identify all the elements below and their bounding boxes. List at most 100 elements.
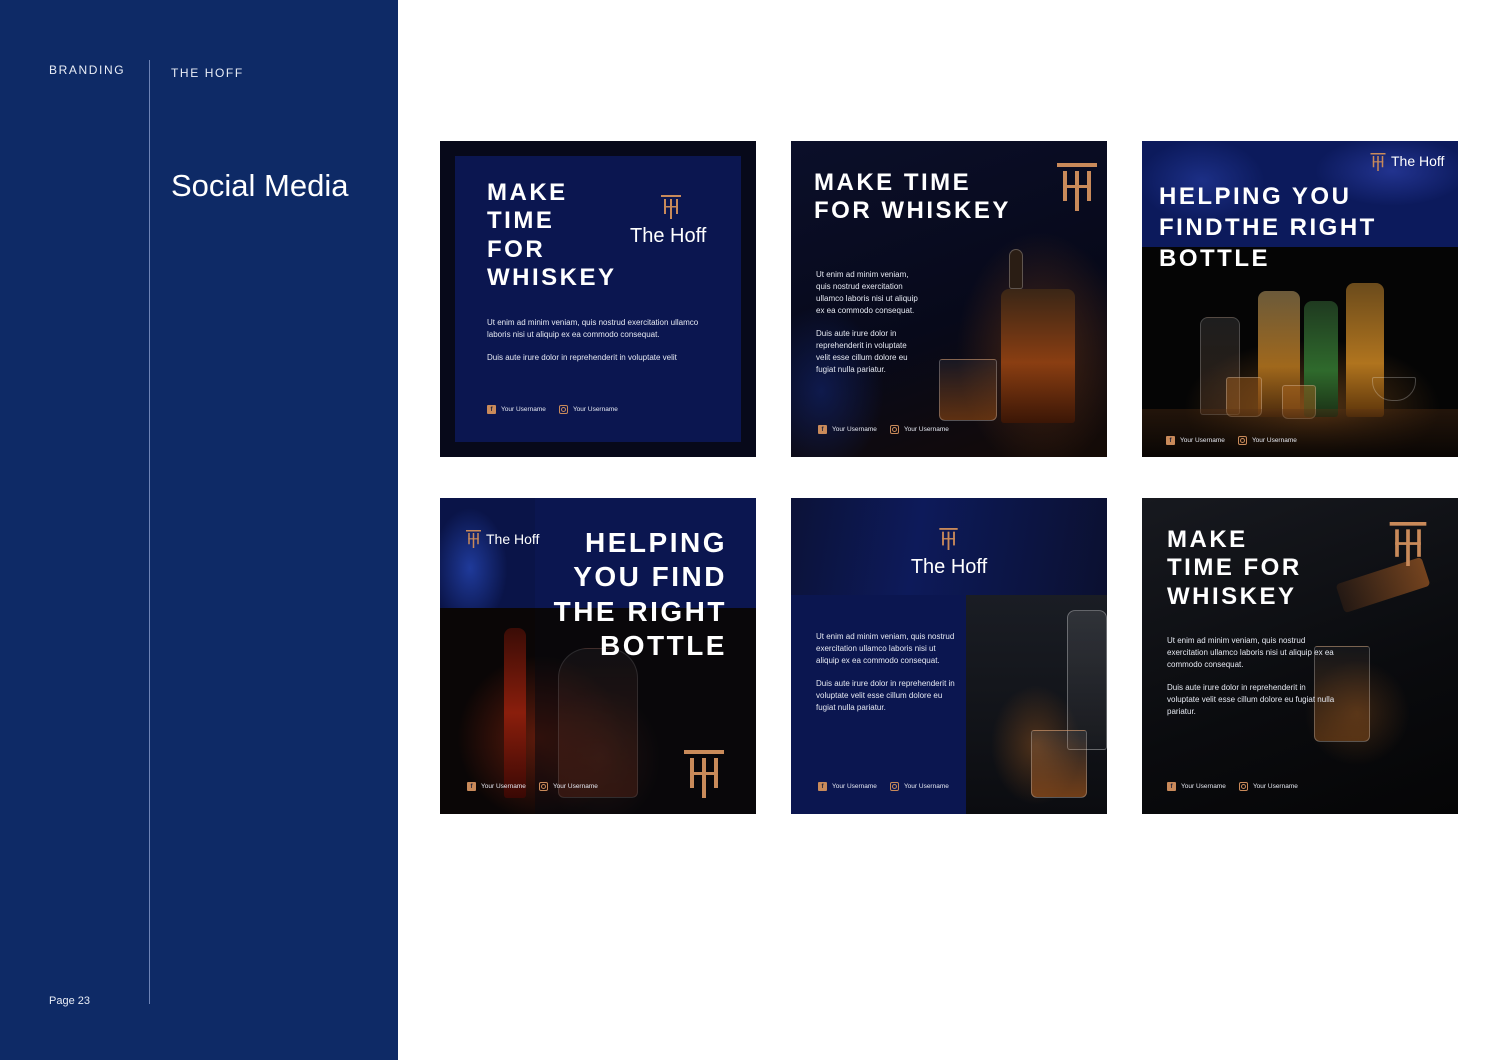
body-paragraph: Duis aute irure dolor in reprehenderit i…: [816, 329, 908, 374]
handle-text: Your Username: [552, 783, 598, 790]
th-monogram-icon: [466, 530, 481, 548]
bottle: [504, 628, 526, 798]
facebook-handle: f Your Username: [818, 425, 877, 434]
sidebar-divider: [149, 60, 150, 1004]
crystal-decanter: [1067, 610, 1107, 750]
post-headline: MAKE TIME FOR WHISKEY: [1167, 526, 1302, 611]
social-post-2: MAKE TIME FOR WHISKEY Ut enim ad minim v…: [791, 141, 1107, 457]
handle-text: Your Username: [1252, 783, 1298, 790]
facebook-handle: f Your Username: [818, 782, 877, 791]
instagram-handle: Your Username: [889, 425, 949, 434]
instagram-icon: [889, 782, 899, 791]
social-post-5: The Hoff Ut enim ad minim veniam, quis n…: [791, 498, 1107, 814]
social-handles: f Your Username Your Username: [818, 782, 949, 791]
facebook-icon: f: [467, 782, 476, 791]
marble-header: [440, 498, 535, 608]
instagram-icon: [538, 782, 548, 791]
th-monogram-icon: [1370, 153, 1386, 171]
social-handles: f Your Username Your Username: [1166, 436, 1297, 445]
headline-line: WHISKEY: [487, 263, 617, 291]
headline-line: BOTTLE: [1159, 245, 1270, 273]
headline-line: TIME: [487, 207, 555, 235]
brand-name: The Hoff: [630, 225, 707, 247]
wooden-table: [1142, 409, 1458, 457]
social-post-4: The Hoff HELPING YOU FIND THE RIGHT BOTT…: [440, 498, 756, 814]
bottle-neck: [1009, 249, 1023, 289]
handle-text: Your Username: [832, 783, 877, 790]
instagram-icon: [889, 425, 899, 434]
headline-line: MAKE TIME: [814, 169, 972, 196]
post-body: Ut enim ad minim veniam, quis nostrud ex…: [487, 317, 707, 364]
facebook-handle: f Your Username: [1166, 436, 1225, 445]
post-headline: HELPING YOU FINDTHE RIGHT BOTTLE: [1159, 181, 1377, 275]
instagram-icon: [1238, 782, 1248, 791]
body-paragraph: Duis aute irure dolor in reprehenderit i…: [1167, 683, 1335, 716]
page-number: Page 23: [49, 995, 90, 1007]
body-paragraph: Duis aute irure dolor in reprehenderit i…: [487, 353, 677, 362]
handle-text: Your Username: [1181, 783, 1226, 790]
instagram-handle: Your Username: [558, 405, 618, 414]
sidebar: BRANDING THE HOFF Social Media Page 23: [0, 0, 398, 1060]
headline-line: HELPING: [585, 527, 727, 558]
brand-name: The Hoff: [486, 531, 540, 547]
headline-line: FINDTHE RIGHT: [1159, 214, 1377, 242]
handle-text: Your Username: [1180, 437, 1225, 444]
social-post-3: The Hoff HELPING YOU FINDTHE RIGHT BOTTL…: [1142, 141, 1458, 457]
instagram-icon: [1237, 436, 1247, 445]
facebook-icon: f: [1167, 782, 1176, 791]
headline-line: HELPING YOU: [1159, 183, 1352, 210]
facebook-handle: f Your Username: [487, 405, 546, 414]
page-title: Social Media: [171, 168, 349, 203]
headline-line: YOU FIND: [573, 561, 727, 593]
bottle: [1346, 283, 1384, 417]
instagram-handle: Your Username: [538, 782, 598, 791]
handle-text: Your Username: [903, 783, 949, 790]
post-headline: MAKE TIME FOR WHISKEY: [814, 169, 1011, 226]
instagram-handle: Your Username: [1237, 436, 1297, 445]
handle-text: Your Username: [832, 426, 877, 433]
social-post-1: MAKE TIME FOR WHISKEY The Hoff Ut enim a…: [440, 141, 756, 457]
social-handles: f Your Username Your Username: [467, 782, 598, 791]
th-monogram-icon: [1055, 163, 1099, 211]
whiskey-glass: [1031, 730, 1087, 798]
body-paragraph: Ut enim ad minim veniam, quis nostrud ex…: [816, 632, 955, 665]
instagram-handle: Your Username: [889, 782, 949, 791]
headline-line: FOR: [487, 235, 546, 263]
whiskey-bottle: [1001, 289, 1075, 423]
headline-line: THE RIGHT: [553, 595, 727, 627]
post-headline: HELPING YOU FIND THE RIGHT BOTTLE: [554, 526, 727, 664]
body-paragraph: Ut enim ad minim veniam, quis nostrud ex…: [487, 318, 699, 339]
th-monogram-icon: [682, 750, 726, 798]
brand-name: The Hoff: [1391, 153, 1445, 169]
whiskey-glass: [939, 359, 997, 421]
body-paragraph: Duis aute irure dolor in reprehenderit i…: [816, 679, 955, 712]
social-handles: f Your Username Your Username: [1167, 782, 1298, 791]
brand-name: The Hoff: [910, 556, 988, 578]
facebook-icon: f: [487, 405, 496, 414]
th-monogram-icon: [661, 195, 681, 219]
body-paragraph: Ut enim ad minim veniam, quis nostrud ex…: [816, 270, 918, 315]
post-body: Ut enim ad minim veniam, quis nostrud ex…: [816, 631, 956, 714]
headline-line: MAKE: [487, 179, 568, 206]
facebook-handle: f Your Username: [1167, 782, 1226, 791]
headline-line: BOTTLE: [600, 630, 727, 662]
handle-text: Your Username: [1251, 437, 1297, 444]
headline-line: MAKE: [1167, 526, 1248, 553]
facebook-icon: f: [818, 425, 827, 434]
social-post-6: MAKE TIME FOR WHISKEY Ut enim ad minim v…: [1142, 498, 1458, 814]
project-name: THE HOFF: [171, 66, 244, 80]
headline-line: TIME FOR: [1167, 554, 1302, 582]
facebook-icon: f: [1166, 436, 1175, 445]
facebook-handle: f Your Username: [467, 782, 526, 791]
post-body: Ut enim ad minim veniam, quis nostrud ex…: [1167, 635, 1337, 718]
handle-text: Your Username: [481, 783, 526, 790]
handle-text: Your Username: [903, 426, 949, 433]
facebook-icon: f: [818, 782, 827, 791]
th-monogram-icon: [1388, 522, 1428, 566]
body-paragraph: Ut enim ad minim veniam, quis nostrud ex…: [1167, 636, 1334, 669]
headline-line: FOR WHISKEY: [814, 197, 1011, 225]
instagram-handle: Your Username: [1238, 782, 1298, 791]
post-headline: MAKE TIME FOR WHISKEY: [487, 179, 617, 292]
th-monogram-icon: [939, 528, 958, 550]
instagram-icon: [558, 405, 568, 414]
